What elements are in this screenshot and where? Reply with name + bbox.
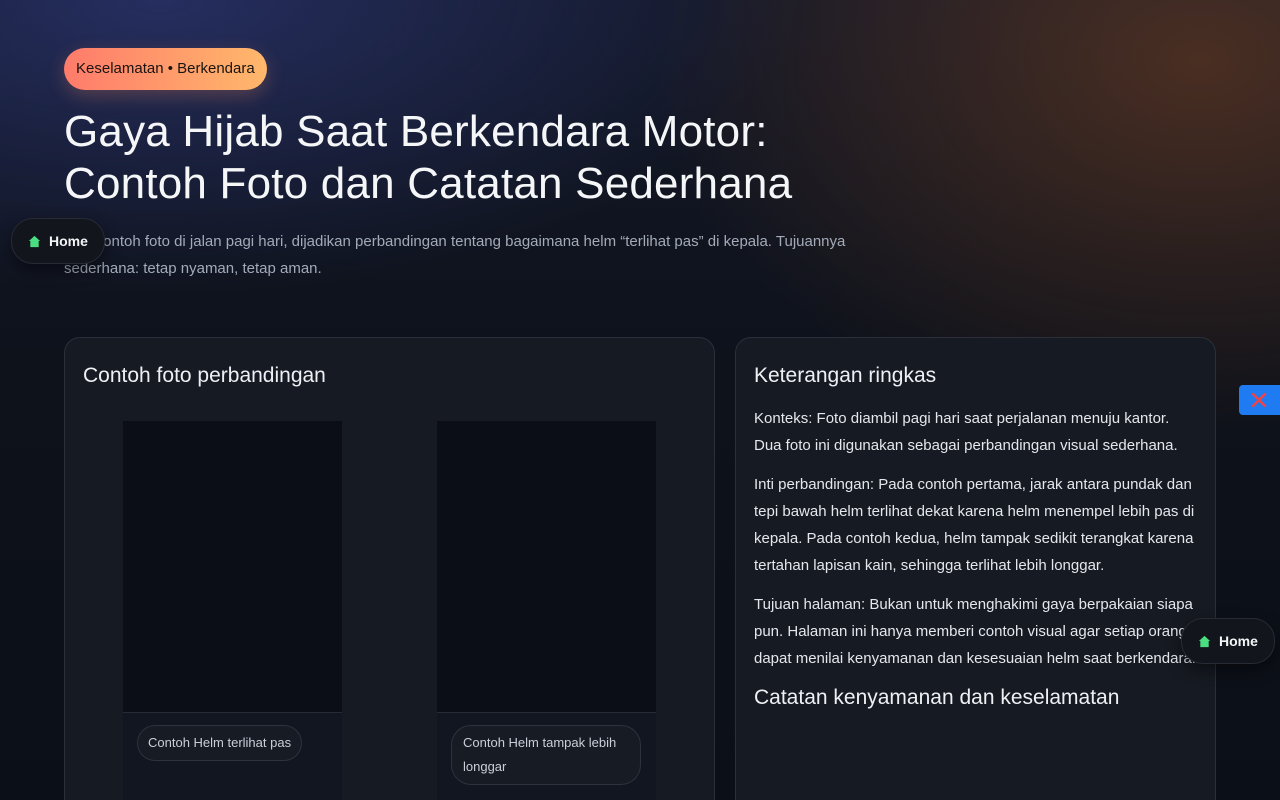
home-button-label: Home bbox=[49, 233, 88, 249]
home-button-label: Home bbox=[1219, 633, 1258, 649]
page-title: Gaya Hijab Saat Berkendara Motor: Contoh… bbox=[64, 106, 1164, 210]
photo-image bbox=[123, 421, 342, 713]
photo-card-title: Contoh foto perbandingan bbox=[83, 364, 326, 387]
context-paragraph: Konteks: Foto diambil pagi hari saat per… bbox=[754, 410, 1178, 454]
floating-home-button[interactable]: Home bbox=[11, 218, 105, 264]
intro-text: Dua contoh foto di jalan pagi hari, dija… bbox=[64, 233, 846, 277]
comparison-paragraph: Inti perbandingan: Pada contoh pertama, … bbox=[754, 476, 1195, 574]
comparison-photo-2: Contoh Helm tampak lebih longgar bbox=[437, 421, 656, 800]
purpose-paragraph: Tujuan halaman: Bukan untuk menghakimi g… bbox=[754, 596, 1196, 667]
notes-body: Konteks: Foto diambil pagi hari saat per… bbox=[754, 405, 1200, 710]
summary-notes-card: Keterangan ringkas Konteks: Foto diambil… bbox=[735, 337, 1216, 800]
home-icon bbox=[28, 235, 41, 247]
close-button[interactable] bbox=[1239, 385, 1280, 415]
page-title-line-1: Gaya Hijab Saat Berkendara Motor: bbox=[64, 107, 768, 156]
notes-card-title: Keterangan ringkas bbox=[754, 364, 937, 387]
close-icon bbox=[1251, 392, 1267, 408]
photo-caption: Contoh Helm terlihat pas bbox=[137, 725, 303, 761]
safety-notes-heading: Catatan kenyamanan dan keselamatan bbox=[754, 686, 1120, 709]
hero-section: Keselamatan • Berkendara Gaya Hijab Saat… bbox=[64, 48, 1164, 282]
photo-comparison-card: Contoh foto perbandingan Contoh Helm ter… bbox=[64, 337, 715, 800]
photo-image bbox=[437, 421, 656, 713]
photo-caption: Contoh Helm tampak lebih longgar bbox=[451, 725, 641, 785]
home-icon bbox=[1198, 635, 1211, 647]
comparison-photo-1: Contoh Helm terlihat pas bbox=[123, 421, 342, 800]
page-title-line-2: Contoh Foto dan Catatan Sederhana bbox=[64, 159, 793, 208]
category-tag: Keselamatan • Berkendara bbox=[64, 48, 267, 90]
floating-home-button-secondary[interactable]: Home bbox=[1181, 618, 1275, 664]
